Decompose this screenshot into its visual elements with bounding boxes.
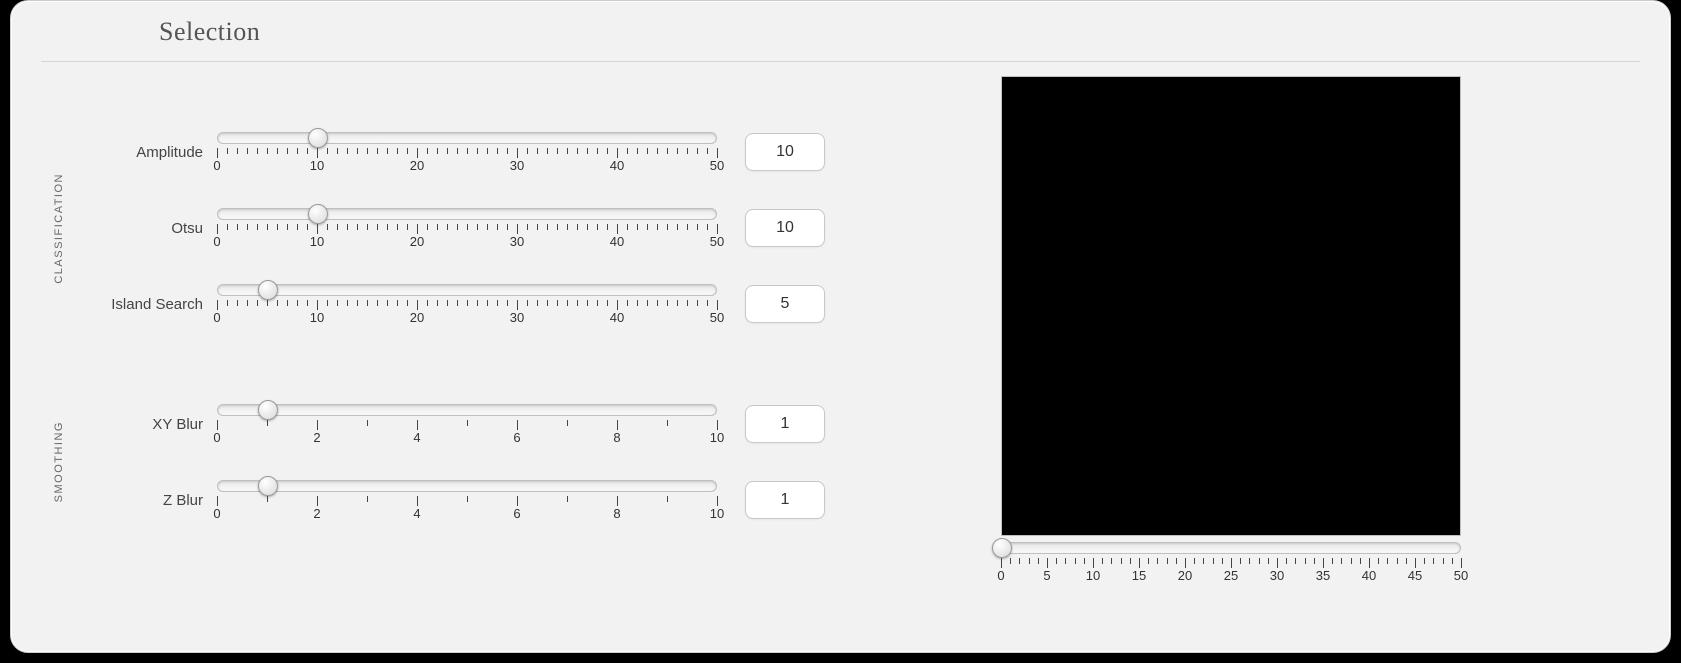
slider-scale: 0246810 [217,494,717,520]
preview-slider-container: 05101520253035404550 [1001,542,1461,582]
tick-label: 30 [510,310,524,325]
xy-blur-row: XY Blur0 2 4 6 8 10 1 [77,404,891,444]
xy-blur-slider[interactable]: 0246810 [217,404,717,444]
slider-scale: 01020304050 [217,298,717,324]
divider [41,61,1640,62]
tick-label: 5 [1043,568,1050,583]
tick-label: 10 [310,158,324,173]
amplitude-slider[interactable]: 01020304050 [217,132,717,172]
tick-label: 0 [213,234,220,249]
right-column: 0 5 10 15 20 25 30 35 40 45 50 [891,72,1640,582]
tick-label: 10 [310,310,324,325]
amplitude-thumb[interactable] [308,128,328,148]
tick-label: 50 [1454,568,1468,583]
island-search-value[interactable]: 5 [745,285,825,323]
xy-blur-label: XY Blur [77,416,217,433]
tick-label: 40 [610,158,624,173]
z-blur-label: Z Blur [77,492,217,509]
tick-label: 50 [710,234,724,249]
island-search-label: Island Search [77,296,217,313]
otsu-slider[interactable]: 01020304050 [217,208,717,248]
tick-label: 8 [613,506,620,521]
slider-scale: 0246810 [217,418,717,444]
xy-blur-value[interactable]: 1 [745,405,825,443]
smoothing-rows: XY Blur02468101Z Blur02468101 [77,404,891,520]
tick-label: 2 [313,506,320,521]
tick-label: 6 [513,506,520,521]
slider-scale: 01020304050 [217,146,717,172]
z-blur-thumb[interactable] [258,476,278,496]
tick-label: 25 [1224,568,1238,583]
tick-label: 20 [1178,568,1192,583]
slider-scale: 05101520253035404550 [1001,556,1461,582]
otsu-label: Otsu [77,220,217,237]
island-search-slider[interactable]: 01020304050 [217,284,717,324]
tick-label: 0 [213,158,220,173]
tick-label: 20 [410,234,424,249]
left-column: CLASSIFICATION Amplitude0102030405010Ots… [41,72,891,520]
tick-label: 40 [610,310,624,325]
tick-label: 40 [1362,568,1376,583]
tick-label: 6 [513,430,520,445]
smoothing-label: SMOOTHING [41,404,77,520]
tick-label: 0 [213,310,220,325]
smoothing-group: SMOOTHING XY Blur02468101Z Blur02468101 [41,404,891,520]
tick-label: 10 [710,430,724,445]
classification-rows: Amplitude0102030405010Otsu0102030405010I… [77,132,891,324]
otsu-row: Otsu0 10 20 30 40 50 10 [77,208,891,248]
tick-label: 0 [997,568,1004,583]
tick-label: 8 [613,430,620,445]
otsu-value[interactable]: 10 [745,209,825,247]
tick-label: 4 [413,430,420,445]
preview-canvas [1001,76,1461,536]
otsu-thumb[interactable] [308,204,328,224]
tick-label: 10 [1086,568,1100,583]
page-title: Selection [159,17,1640,47]
classification-label: CLASSIFICATION [41,132,77,324]
island-search-row: Island Search0 10 20 30 40 50 5 [77,284,891,324]
z-blur-value[interactable]: 1 [745,481,825,519]
tick-label: 40 [610,234,624,249]
preview-slice-thumb[interactable] [992,538,1012,558]
tick-label: 30 [510,234,524,249]
tick-label: 20 [410,310,424,325]
amplitude-row: Amplitude0 10 20 30 40 50 10 [77,132,891,172]
selection-panel: Selection CLASSIFICATION Amplitude010203… [10,0,1671,653]
tick-label: 2 [313,430,320,445]
island-search-thumb[interactable] [258,280,278,300]
tick-label: 30 [510,158,524,173]
tick-label: 30 [1270,568,1284,583]
tick-label: 0 [213,430,220,445]
z-blur-row: Z Blur0 2 4 6 8 10 1 [77,480,891,520]
tick-label: 10 [310,234,324,249]
tick-label: 10 [710,506,724,521]
amplitude-label: Amplitude [77,144,217,161]
amplitude-value[interactable]: 10 [745,133,825,171]
tick-label: 20 [410,158,424,173]
tick-label: 4 [413,506,420,521]
xy-blur-thumb[interactable] [258,400,278,420]
tick-label: 50 [710,158,724,173]
classification-group: CLASSIFICATION Amplitude0102030405010Ots… [41,132,891,324]
tick-label: 45 [1408,568,1422,583]
tick-label: 15 [1132,568,1146,583]
tick-label: 35 [1316,568,1330,583]
slider-scale: 01020304050 [217,222,717,248]
content: CLASSIFICATION Amplitude0102030405010Ots… [41,72,1640,582]
tick-label: 0 [213,506,220,521]
z-blur-slider[interactable]: 0246810 [217,480,717,520]
tick-label: 50 [710,310,724,325]
preview-slice-slider[interactable]: 05101520253035404550 [1001,542,1461,582]
